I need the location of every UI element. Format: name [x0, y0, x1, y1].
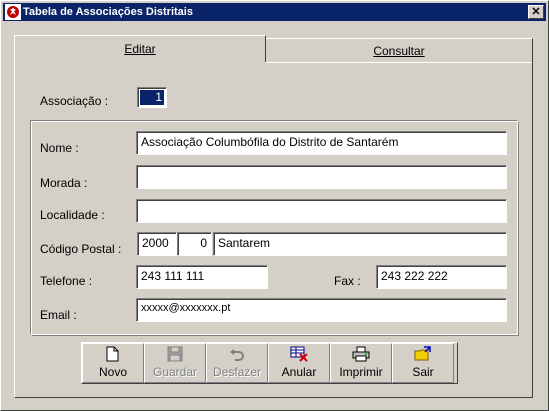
app-logo-icon: [5, 4, 21, 20]
window-title: Tabela de Associações Distritais: [23, 6, 193, 18]
title-bar[interactable]: Tabela de Associações Distritais ✕: [3, 3, 546, 21]
tab-editar[interactable]: Editar: [14, 35, 266, 62]
close-button[interactable]: ✕: [528, 5, 544, 19]
app-window: Tabela de Associações Distritais ✕ Edita…: [0, 0, 549, 411]
tab-label: Consultar: [373, 43, 425, 58]
close-icon: ✕: [531, 5, 541, 18]
tab-panel-editar: [14, 62, 533, 398]
tab-consultar[interactable]: Consultar: [266, 38, 533, 62]
tab-label: Editar: [124, 42, 156, 56]
